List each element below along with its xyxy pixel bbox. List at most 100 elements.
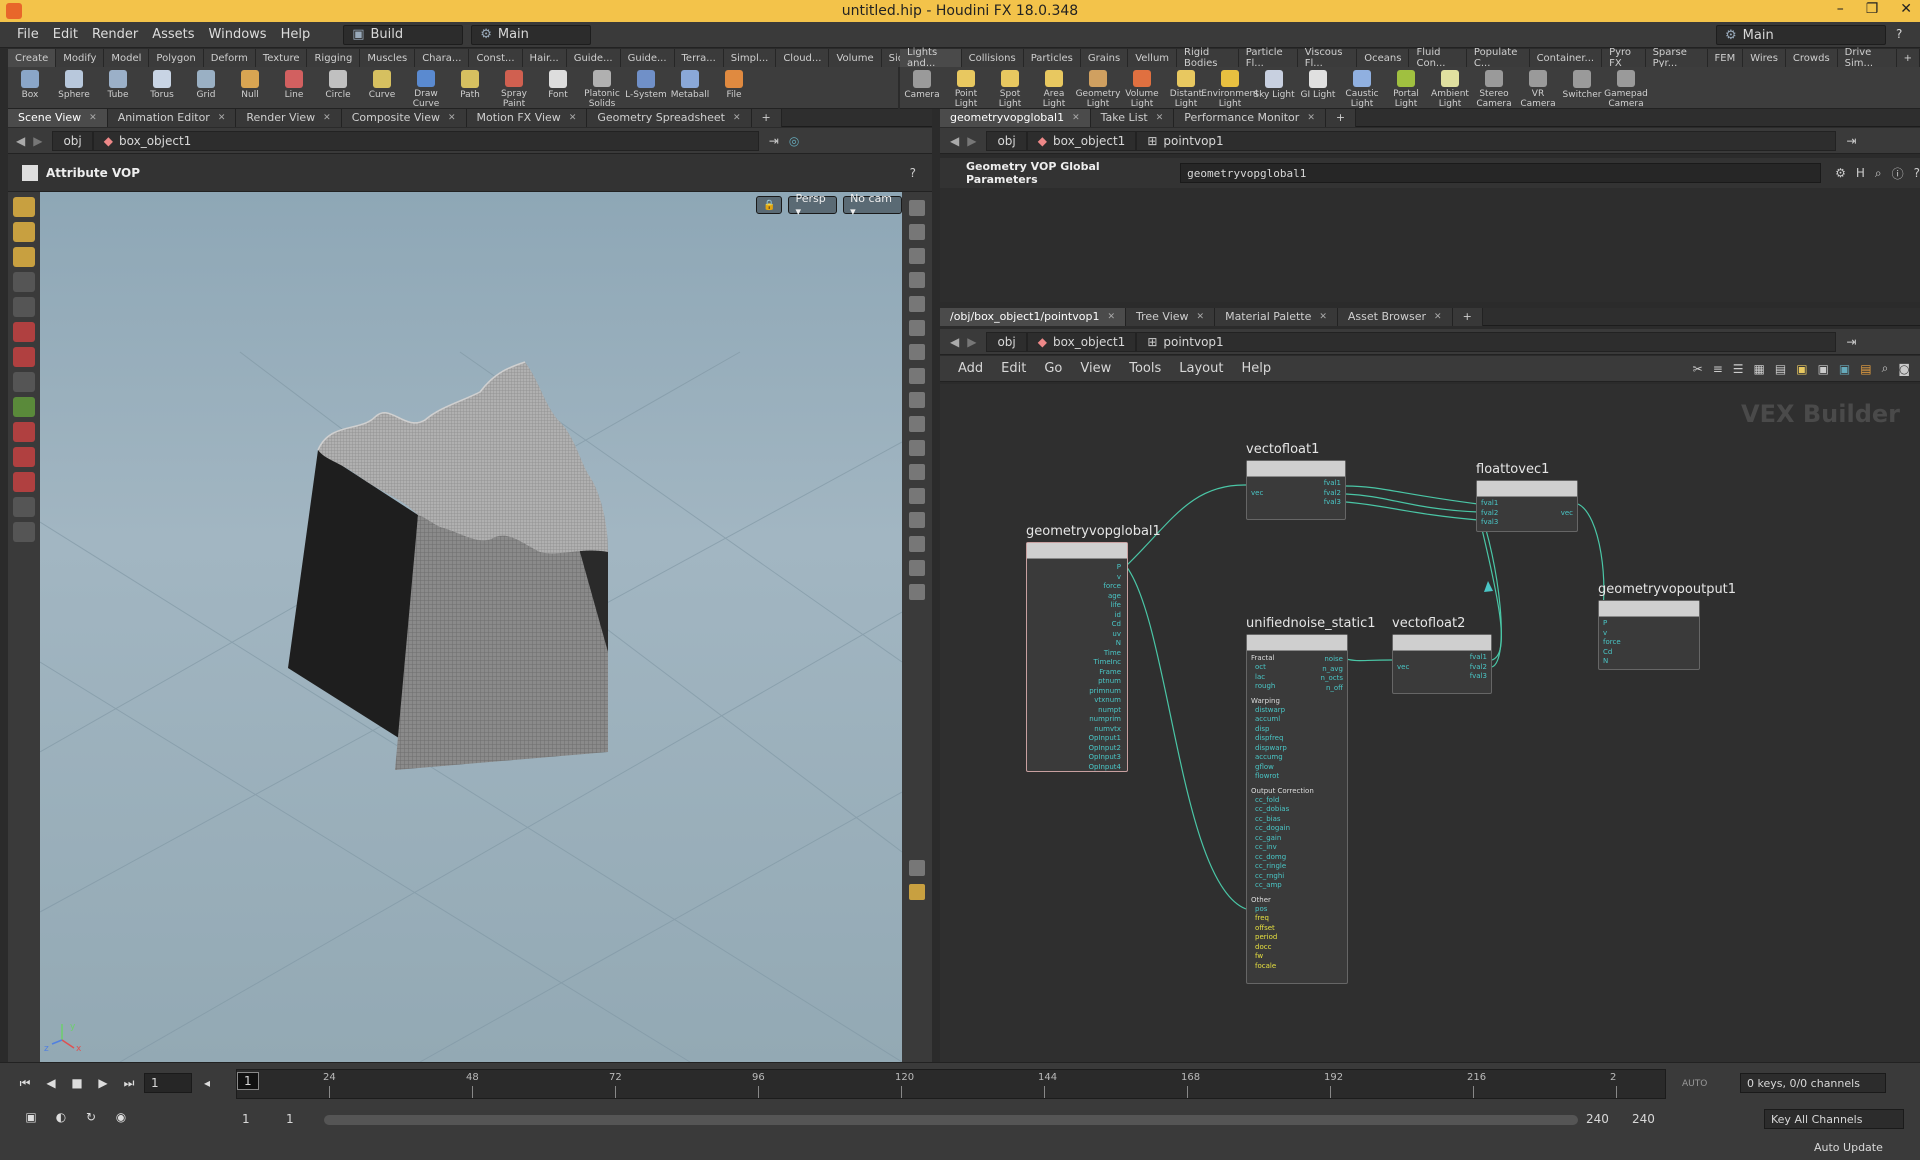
shelf-tab-shelf_left-5[interactable]: Texture: [255, 49, 308, 67]
node-vectofloat1[interactable]: vec fval1 fval2 fval3: [1246, 460, 1346, 520]
pane-tab-0[interactable]: /obj/box_object1/pointvop1 ✕: [940, 307, 1126, 326]
auto-key-label[interactable]: AUTO: [1682, 1079, 1707, 1089]
prev-key-button[interactable]: ◂: [196, 1073, 218, 1093]
sticky-note-icon[interactable]: ▣: [1796, 362, 1807, 376]
shelf-tab-shelf_right-13[interactable]: Sparse Pyr...: [1645, 47, 1708, 69]
port-opinput4[interactable]: OpInput4: [1027, 763, 1121, 773]
range-slider[interactable]: [324, 1115, 1578, 1125]
node-vtof2-header[interactable]: [1393, 635, 1491, 651]
port-p[interactable]: P: [1027, 563, 1121, 573]
network-menu-edit[interactable]: Edit: [993, 361, 1034, 376]
shelf-tab-shelf_left-16[interactable]: Volume: [829, 49, 882, 67]
port-vec[interactable]: vec: [1561, 509, 1573, 519]
noise-port-fw[interactable]: fw: [1251, 952, 1343, 962]
camera-menu[interactable]: No cam ▾: [843, 192, 902, 218]
node-vectofloat2[interactable]: vec fval1 fval2 fval3: [1392, 634, 1492, 694]
param-help-icon[interactable]: ?: [1914, 166, 1920, 180]
net-path-node[interactable]: ◆ box_object1: [1026, 331, 1137, 352]
shelf-tool-portal-light[interactable]: Portal Light: [1384, 67, 1428, 109]
port-noise[interactable]: noise: [1321, 655, 1343, 665]
link-icon[interactable]: ◎: [789, 134, 799, 148]
text-display-icon[interactable]: [909, 560, 925, 576]
port-fval3[interactable]: fval3: [1470, 672, 1487, 682]
noise-port-focale[interactable]: focale: [1251, 962, 1343, 972]
port-cd[interactable]: Cd: [1027, 620, 1121, 630]
point-display-icon[interactable]: [909, 416, 925, 432]
shelf-tool-geometry-light[interactable]: Geometry Light: [1076, 67, 1120, 109]
shelf-tab-shelf_right-9[interactable]: Fluid Con...: [1409, 47, 1467, 69]
close-tab-icon[interactable]: ✕: [323, 113, 331, 123]
network-menu-view[interactable]: View: [1072, 361, 1119, 376]
background-icon[interactable]: [909, 584, 925, 600]
port-n_avg[interactable]: n_avg: [1321, 665, 1343, 675]
shelf-tool-caustic-light[interactable]: Caustic Light: [1340, 67, 1384, 109]
pin-icon[interactable]: ⇥: [769, 134, 779, 148]
noise-section-title[interactable]: Output Correction: [1251, 786, 1343, 796]
network-menu-help[interactable]: Help: [1233, 361, 1279, 376]
noise-port-period[interactable]: period: [1251, 933, 1343, 943]
port-timeinc[interactable]: TimeInc: [1027, 658, 1121, 668]
node-geometryvopglobal1[interactable]: Pv force age life id Cd uv N Time TimeInc Frame ptn…: [1026, 542, 1128, 772]
settings-timeline-icon[interactable]: ◉: [110, 1107, 132, 1127]
noise-section-title[interactable]: Warping: [1251, 696, 1343, 706]
noise-port-cc_amp[interactable]: cc_amp: [1251, 881, 1343, 891]
number-display-icon[interactable]: [909, 464, 925, 480]
port-ptnum[interactable]: ptnum: [1027, 677, 1121, 687]
port-fval1[interactable]: fval1: [1324, 479, 1341, 489]
port-uv[interactable]: uv: [1027, 630, 1121, 640]
shelf-tool-spot-light[interactable]: Spot Light: [988, 67, 1032, 109]
menu-item-file[interactable]: File: [10, 27, 46, 42]
close-tab-icon[interactable]: ✕: [569, 113, 577, 123]
shelf-tool-tube[interactable]: Tube: [96, 67, 140, 109]
close-tab-icon[interactable]: ✕: [89, 113, 97, 123]
shelf-tool-curve[interactable]: Curve: [360, 67, 404, 109]
noise-port-cc_dogain[interactable]: cc_dogain: [1251, 824, 1343, 834]
shelf-tool-gi-light[interactable]: GI Light: [1296, 67, 1340, 109]
port-frame[interactable]: Frame: [1027, 668, 1121, 678]
noise-port-offset[interactable]: offset: [1251, 924, 1343, 934]
noise-port-docc[interactable]: docc: [1251, 943, 1343, 953]
ghost-icon[interactable]: [909, 368, 925, 384]
minimize-button[interactable]: –: [1837, 1, 1844, 17]
forward-arrow-icon[interactable]: ▶: [33, 134, 42, 148]
shelf-tab-shelf_right-10[interactable]: Populate C...: [1466, 47, 1530, 69]
step-back-button[interactable]: ◀: [40, 1073, 62, 1093]
camera-view-icon[interactable]: [909, 224, 925, 240]
pane-tab-1[interactable]: Animation Editor ✕: [107, 108, 237, 127]
network-menu-layout[interactable]: Layout: [1171, 361, 1231, 376]
param-back-icon[interactable]: ◀: [950, 134, 959, 148]
shelf-tab-shelf_left-11[interactable]: Guide...: [566, 49, 621, 67]
current-frame-field[interactable]: 1: [144, 1073, 192, 1093]
shelf-tab-shelf_right-14[interactable]: FEM: [1707, 49, 1744, 67]
shelf-tool-gamepad-camera[interactable]: Gamepad Camera: [1604, 67, 1648, 109]
pose-tool-icon[interactable]: [13, 347, 35, 367]
noise-port-distwarp[interactable]: distwarp: [1251, 706, 1343, 716]
loop-icon[interactable]: ↻: [80, 1107, 102, 1127]
close-tab-icon[interactable]: ✕: [1319, 312, 1327, 322]
jump-end-button[interactable]: ⏭: [118, 1073, 140, 1093]
port-opinput1[interactable]: OpInput1: [1027, 734, 1121, 744]
port-force[interactable]: force: [1027, 582, 1121, 592]
folder-icon[interactable]: ▤: [1860, 362, 1871, 376]
tree-icon[interactable]: ≡: [1713, 362, 1723, 376]
pane-tab-2[interactable]: Performance Monitor ✕: [1174, 108, 1326, 127]
snap-tool-icon[interactable]: [13, 372, 35, 392]
shelf-tool-draw-curve[interactable]: Draw Curve: [404, 67, 448, 109]
noise-port-dispfreq[interactable]: dispfreq: [1251, 734, 1343, 744]
shelf-tab-shelf_left-6[interactable]: Rigging: [307, 49, 361, 67]
port-numprim[interactable]: numprim: [1027, 715, 1121, 725]
close-tab-icon[interactable]: ✕: [448, 113, 456, 123]
shelf-tool-switcher[interactable]: Switcher: [1560, 67, 1604, 109]
param-path-node[interactable]: ◆ box_object1: [1026, 130, 1137, 151]
realtime-toggle-icon[interactable]: ▣: [20, 1107, 42, 1127]
port-fval1[interactable]: fval1: [1470, 653, 1487, 663]
shelf-tool-environment-light[interactable]: Environment Light: [1201, 67, 1259, 109]
audio-icon[interactable]: ◐: [50, 1107, 72, 1127]
node-global-header[interactable]: [1027, 543, 1127, 559]
handle-tool-icon[interactable]: [13, 322, 35, 342]
close-tab-icon[interactable]: ✕: [218, 113, 226, 123]
close-tab-icon[interactable]: ✕: [1434, 312, 1442, 322]
param-gear-icon[interactable]: ⚙: [1835, 166, 1846, 180]
shelf-tool-path[interactable]: Path: [448, 67, 492, 109]
pane-tab-3[interactable]: Composite View ✕: [341, 108, 467, 127]
